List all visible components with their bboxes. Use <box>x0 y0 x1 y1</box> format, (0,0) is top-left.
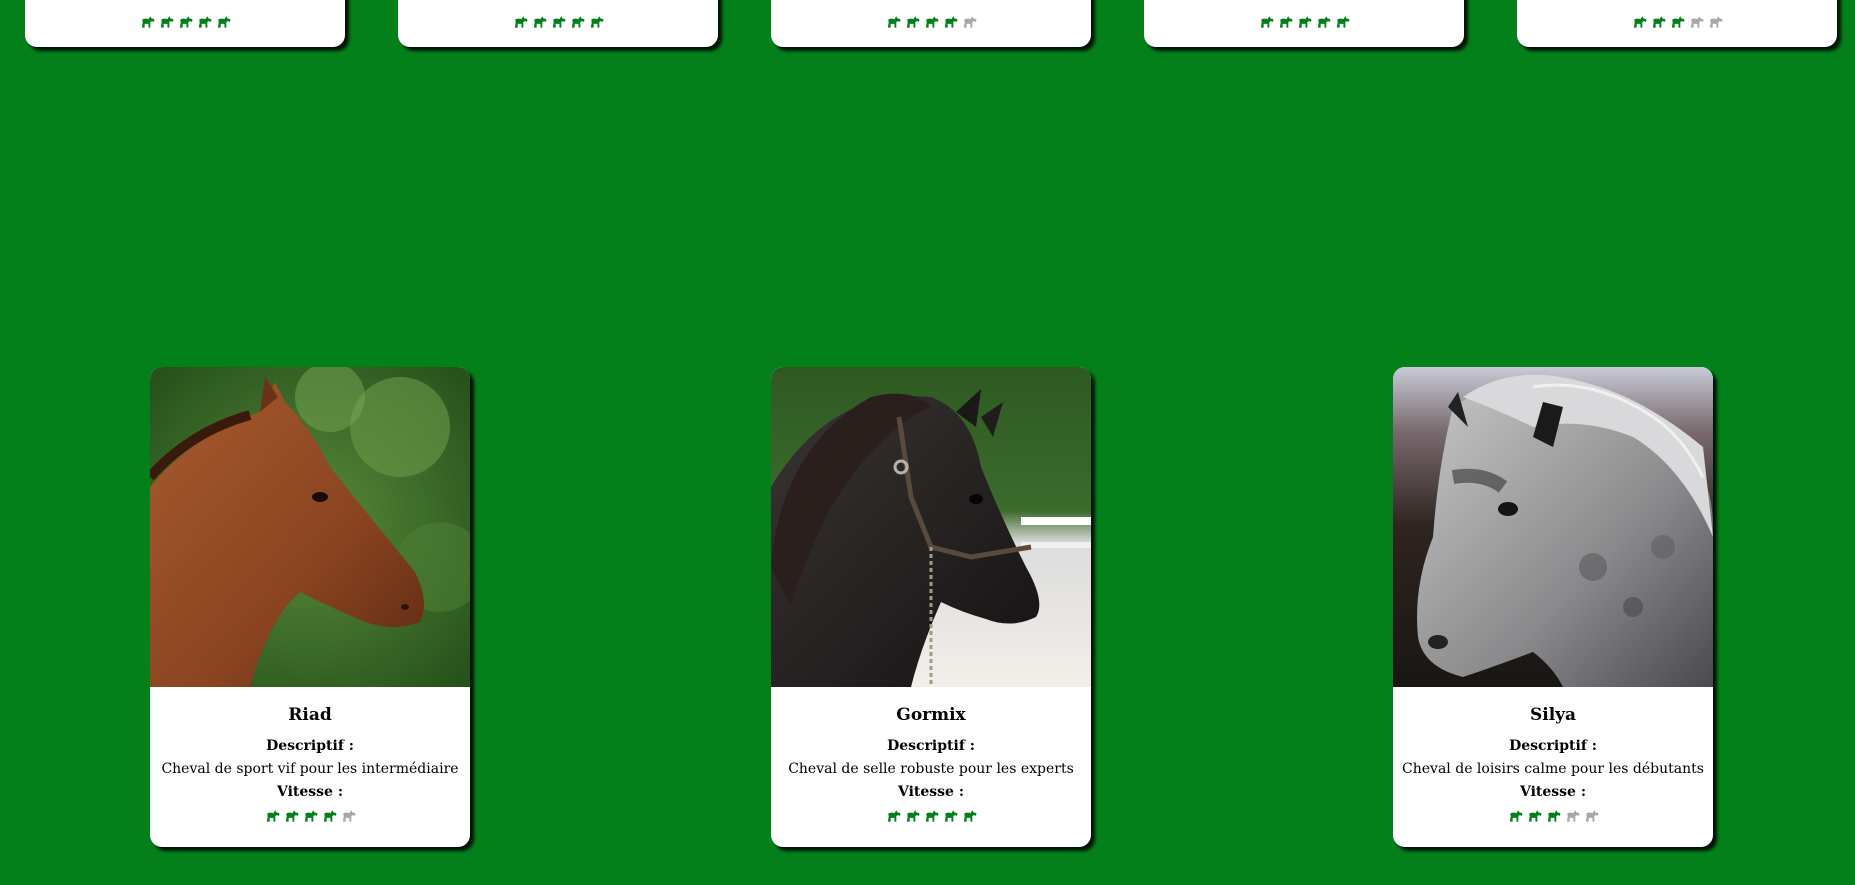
horse-icon <box>904 808 921 823</box>
horse-icon <box>1277 14 1294 29</box>
horse-photo <box>150 367 470 687</box>
horse-icon <box>923 14 940 29</box>
horse-icon <box>942 14 959 29</box>
horse-icon <box>139 14 156 29</box>
horse-icon <box>215 14 232 29</box>
horse-card[interactable] <box>1144 0 1464 47</box>
speed-rating <box>1517 13 1837 29</box>
horse-icon <box>302 808 319 823</box>
horse-name: Silya <box>1529 705 1577 725</box>
horse-icon <box>177 14 194 29</box>
horse-icon <box>569 14 586 29</box>
horse-card[interactable] <box>398 0 718 47</box>
horse-icon <box>1669 14 1686 29</box>
horse-icon <box>1315 14 1332 29</box>
speed-rating <box>150 807 470 823</box>
horse-name: Gormix <box>896 705 966 725</box>
horse-card[interactable] <box>771 0 1091 47</box>
horse-icon <box>1564 808 1581 823</box>
horse-icon <box>1545 808 1562 823</box>
horse-icon <box>1296 14 1313 29</box>
horse-icon <box>885 808 902 823</box>
horse-icon <box>196 14 213 29</box>
horse-card-gormix[interactable]: Gormix Descriptif : Cheval de selle robu… <box>771 367 1091 847</box>
horse-icon <box>1707 14 1724 29</box>
horse-icon <box>1258 14 1275 29</box>
speed-rating <box>25 13 345 29</box>
horse-icon <box>1507 808 1524 823</box>
horse-icon <box>961 14 978 29</box>
horse-icon <box>283 808 300 823</box>
horse-icon <box>942 808 959 823</box>
speed-label: Vitesse : <box>276 784 344 800</box>
horse-icon <box>904 14 921 29</box>
horse-card[interactable] <box>1517 0 1837 47</box>
speed-rating <box>771 13 1091 29</box>
speed-rating <box>1393 807 1713 823</box>
horse-icon <box>550 14 567 29</box>
horse-icon <box>264 808 281 823</box>
horse-icon <box>1334 14 1351 29</box>
description-label: Descriptif : <box>887 738 975 754</box>
horse-icon <box>1688 14 1705 29</box>
speed-rating <box>398 13 718 29</box>
horse-icon <box>1583 808 1600 823</box>
horse-icon <box>531 14 548 29</box>
horse-icon <box>588 14 605 29</box>
horse-photo <box>771 367 1091 687</box>
horse-icon <box>158 14 175 29</box>
horse-card-silya[interactable]: Silya Descriptif : Cheval de loisirs cal… <box>1393 367 1713 847</box>
horse-icon <box>1650 14 1667 29</box>
horse-icon <box>923 808 940 823</box>
horse-name: Riad <box>288 705 332 725</box>
speed-label: Vitesse : <box>897 784 965 800</box>
horse-description: Cheval de loisirs calme pour les débutan… <box>1402 761 1704 777</box>
horse-icon <box>340 808 357 823</box>
description-label: Descriptif : <box>266 738 354 754</box>
speed-rating <box>771 807 1091 823</box>
horse-icon <box>1631 14 1648 29</box>
horse-card[interactable] <box>25 0 345 47</box>
horse-icon <box>961 808 978 823</box>
horse-icon <box>885 14 902 29</box>
horse-icon <box>512 14 529 29</box>
horse-description: Cheval de sport vif pour les intermédiai… <box>161 761 459 777</box>
horse-card-riad[interactable]: Riad Descriptif : Cheval de sport vif po… <box>150 367 470 847</box>
horse-icon <box>1526 808 1543 823</box>
speed-rating <box>1144 13 1464 29</box>
horse-description: Cheval de selle robuste pour les experts <box>788 761 1074 777</box>
description-label: Descriptif : <box>1509 738 1597 754</box>
horse-photo <box>1393 367 1713 687</box>
horse-icon <box>321 808 338 823</box>
speed-label: Vitesse : <box>1519 784 1587 800</box>
